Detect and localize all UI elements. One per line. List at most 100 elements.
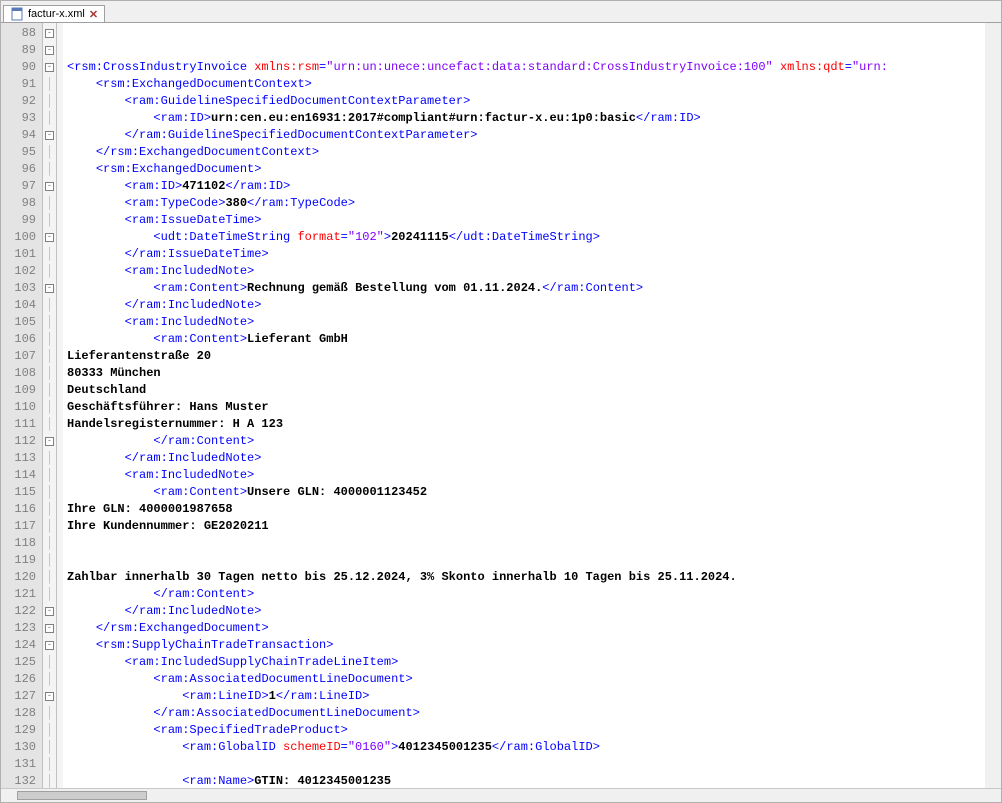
horizontal-scrollbar[interactable] <box>1 788 1001 802</box>
code-line[interactable]: <rsm:ExchangedDocumentContext> <box>67 76 1001 93</box>
fold-cell[interactable]: - <box>43 688 56 705</box>
code-line[interactable]: <ram:Content>Rechnung gemäß Bestellung v… <box>67 280 1001 297</box>
code-line[interactable]: <ram:TypeCode>380</ram:TypeCode> <box>67 195 1001 212</box>
code-line[interactable]: Zahlbar innerhalb 30 Tagen netto bis 25.… <box>67 569 1001 586</box>
fold-toggle-icon[interactable]: - <box>45 437 54 446</box>
vertical-scrollbar[interactable] <box>985 23 1001 788</box>
fold-cell[interactable]: │ <box>43 263 56 280</box>
tab-factur-x[interactable]: factur-x.xml ✕ <box>3 5 105 22</box>
fold-cell[interactable]: │ <box>43 93 56 110</box>
code-line[interactable]: <rsm:SupplyChainTradeTransaction> <box>67 637 1001 654</box>
fold-cell[interactable]: - <box>43 637 56 654</box>
fold-cell[interactable]: │ <box>43 518 56 535</box>
code-line[interactable]: <ram:IncludedNote> <box>67 467 1001 484</box>
fold-toggle-icon[interactable]: - <box>45 182 54 191</box>
fold-cell[interactable]: │ <box>43 535 56 552</box>
code-line[interactable]: Ihre Kundennummer: GE2020211 <box>67 518 1001 535</box>
fold-cell[interactable]: │ <box>43 552 56 569</box>
fold-cell[interactable]: │ <box>43 586 56 603</box>
fold-cell[interactable]: │ <box>43 144 56 161</box>
fold-cell[interactable]: - <box>43 433 56 450</box>
fold-cell[interactable]: │ <box>43 722 56 739</box>
code-line[interactable] <box>67 535 1001 552</box>
horizontal-scrollbar-thumb[interactable] <box>17 791 147 800</box>
fold-cell[interactable]: │ <box>43 756 56 773</box>
code-line[interactable]: </rsm:ExchangedDocument> <box>67 620 1001 637</box>
fold-cell[interactable]: │ <box>43 484 56 501</box>
fold-cell[interactable]: │ <box>43 348 56 365</box>
fold-toggle-icon[interactable]: - <box>45 692 54 701</box>
code-line[interactable]: <ram:Name>GTIN: 4012345001235 <box>67 773 1001 788</box>
code-line[interactable]: </ram:IssueDateTime> <box>67 246 1001 263</box>
fold-cell[interactable]: │ <box>43 739 56 756</box>
fold-cell[interactable]: │ <box>43 110 56 127</box>
fold-cell[interactable]: │ <box>43 297 56 314</box>
code-line[interactable]: <ram:IncludedSupplyChainTradeLineItem> <box>67 654 1001 671</box>
code-line[interactable]: <ram:ID>urn:cen.eu:en16931:2017#complian… <box>67 110 1001 127</box>
code-line[interactable]: <ram:AssociatedDocumentLineDocument> <box>67 671 1001 688</box>
code-line[interactable]: </rsm:ExchangedDocumentContext> <box>67 144 1001 161</box>
fold-cell[interactable]: │ <box>43 365 56 382</box>
fold-cell[interactable]: │ <box>43 314 56 331</box>
code-line[interactable]: <ram:IncludedNote> <box>67 263 1001 280</box>
code-line[interactable]: </ram:AssociatedDocumentLineDocument> <box>67 705 1001 722</box>
code-line[interactable]: </ram:IncludedNote> <box>67 297 1001 314</box>
code-line[interactable]: Lieferantenstraße 20 <box>67 348 1001 365</box>
fold-toggle-icon[interactable]: - <box>45 131 54 140</box>
code-line[interactable]: <ram:ID>471102</ram:ID> <box>67 178 1001 195</box>
code-line[interactable]: </ram:GuidelineSpecifiedDocumentContextP… <box>67 127 1001 144</box>
fold-cell[interactable]: - <box>43 280 56 297</box>
code-editor[interactable]: 8889909192939495969798991001011021031041… <box>1 23 1001 788</box>
code-line[interactable]: <udt:DateTimeString format="102">2024111… <box>67 229 1001 246</box>
fold-cell[interactable]: │ <box>43 331 56 348</box>
code-line[interactable]: <ram:GlobalID schemeID="0160">4012345001… <box>67 739 1001 756</box>
fold-toggle-icon[interactable]: - <box>45 284 54 293</box>
fold-cell[interactable]: │ <box>43 450 56 467</box>
code-line[interactable]: </ram:Content> <box>67 433 1001 450</box>
fold-cell[interactable]: │ <box>43 195 56 212</box>
fold-toggle-icon[interactable]: - <box>45 607 54 616</box>
code-line[interactable]: <rsm:CrossIndustryInvoice xmlns:rsm="urn… <box>67 59 1001 76</box>
fold-cell[interactable]: - <box>43 42 56 59</box>
fold-cell[interactable]: │ <box>43 161 56 178</box>
fold-toggle-icon[interactable]: - <box>45 641 54 650</box>
fold-cell[interactable]: │ <box>43 212 56 229</box>
code-line[interactable]: Deutschland <box>67 382 1001 399</box>
code-line[interactable]: Geschäftsführer: Hans Muster <box>67 399 1001 416</box>
code-line[interactable]: <ram:GuidelineSpecifiedDocumentContextPa… <box>67 93 1001 110</box>
fold-cell[interactable]: - <box>43 229 56 246</box>
code-line[interactable]: </ram:IncludedNote> <box>67 450 1001 467</box>
fold-toggle-icon[interactable]: - <box>45 233 54 242</box>
code-line[interactable]: </ram:IncludedNote> <box>67 603 1001 620</box>
code-line[interactable] <box>67 756 1001 773</box>
fold-cell[interactable]: │ <box>43 671 56 688</box>
fold-cell[interactable]: │ <box>43 76 56 93</box>
fold-cell[interactable]: │ <box>43 416 56 433</box>
fold-cell[interactable]: │ <box>43 705 56 722</box>
fold-cell[interactable]: │ <box>43 654 56 671</box>
fold-cell[interactable]: - <box>43 59 56 76</box>
fold-cell[interactable]: - <box>43 178 56 195</box>
code-line[interactable]: <ram:LineID>1</ram:LineID> <box>67 688 1001 705</box>
fold-cell[interactable]: - <box>43 25 56 42</box>
fold-cell[interactable]: - <box>43 603 56 620</box>
code-line[interactable]: Handelsregisternummer: H A 123 <box>67 416 1001 433</box>
fold-cell[interactable]: - <box>43 620 56 637</box>
fold-cell[interactable]: - <box>43 127 56 144</box>
code-line[interactable] <box>67 552 1001 569</box>
code-line[interactable]: <ram:IssueDateTime> <box>67 212 1001 229</box>
code-line[interactable]: Ihre GLN: 4000001987658 <box>67 501 1001 518</box>
fold-cell[interactable]: │ <box>43 467 56 484</box>
fold-toggle-icon[interactable]: - <box>45 63 54 72</box>
code-line[interactable]: <ram:IncludedNote> <box>67 314 1001 331</box>
fold-cell[interactable]: │ <box>43 382 56 399</box>
tab-close-icon[interactable]: ✕ <box>89 8 98 21</box>
code-line[interactable]: <ram:SpecifiedTradeProduct> <box>67 722 1001 739</box>
code-line[interactable]: 80333 München <box>67 365 1001 382</box>
code-line[interactable]: </ram:Content> <box>67 586 1001 603</box>
fold-toggle-icon[interactable]: - <box>45 46 54 55</box>
code-line[interactable]: <rsm:ExchangedDocument> <box>67 161 1001 178</box>
code-line[interactable]: <ram:Content>Lieferant GmbH <box>67 331 1001 348</box>
code-line[interactable]: <ram:Content>Unsere GLN: 4000001123452 <box>67 484 1001 501</box>
fold-toggle-icon[interactable]: - <box>45 624 54 633</box>
